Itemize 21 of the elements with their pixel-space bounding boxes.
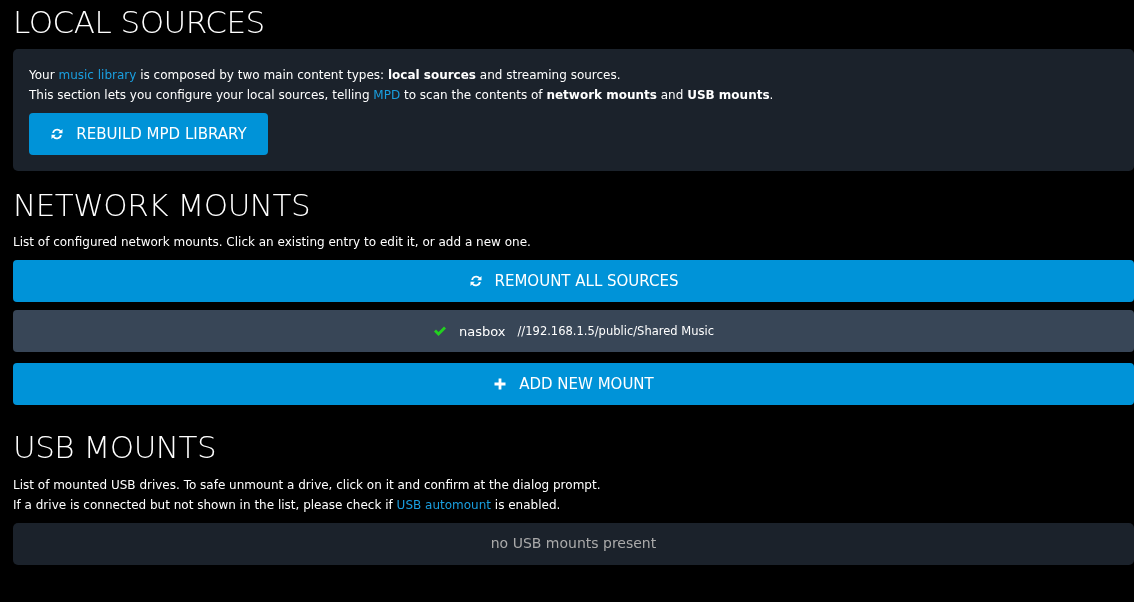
text-link[interactable]: music library [58,68,137,83]
mount-path: //192.168.1.5/public/Shared Music [517,322,714,340]
description-text: Your music library is composed by two main content types: local sources and streaming sources. [29,67,622,85]
action-button[interactable]: REMOUNT ALL SOURCES [13,260,1134,303]
text-link[interactable]: USB automount [396,497,491,512]
description-text: This section lets you configure your local sources, telling MPD to scan the contents of network mounts and USB mounts. [29,87,775,105]
description-text: List of configured network mounts. Click an existing entry to edit it, or add a new one. [13,234,532,252]
description-text: List of mounted USB drives. To safe unmount a drive, click on it and confirm at the dialog prompt. [13,476,602,494]
empty-message: no USB mounts present [490,534,657,554]
plus-icon [493,377,508,392]
section-heading: NETWORK MOUNTS [13,187,312,225]
description-text: If a drive is connected but not shown in the list, please check if USB automount is enabled. [13,496,562,514]
mount-entry[interactable]: nasbox //192.168.1.5/public/Shared Music [13,310,1134,353]
action-button[interactable]: REBUILD MPD LIBRARY [29,113,268,156]
refresh-icon [50,127,65,142]
refresh-icon [468,274,483,289]
text-link[interactable]: MPD [373,88,401,103]
section-heading: LOCAL SOURCES [13,4,266,42]
section-heading: USB MOUNTS [13,429,218,467]
action-button[interactable]: ADD NEW MOUNT [13,363,1134,406]
mount-name: nasbox [459,322,506,341]
